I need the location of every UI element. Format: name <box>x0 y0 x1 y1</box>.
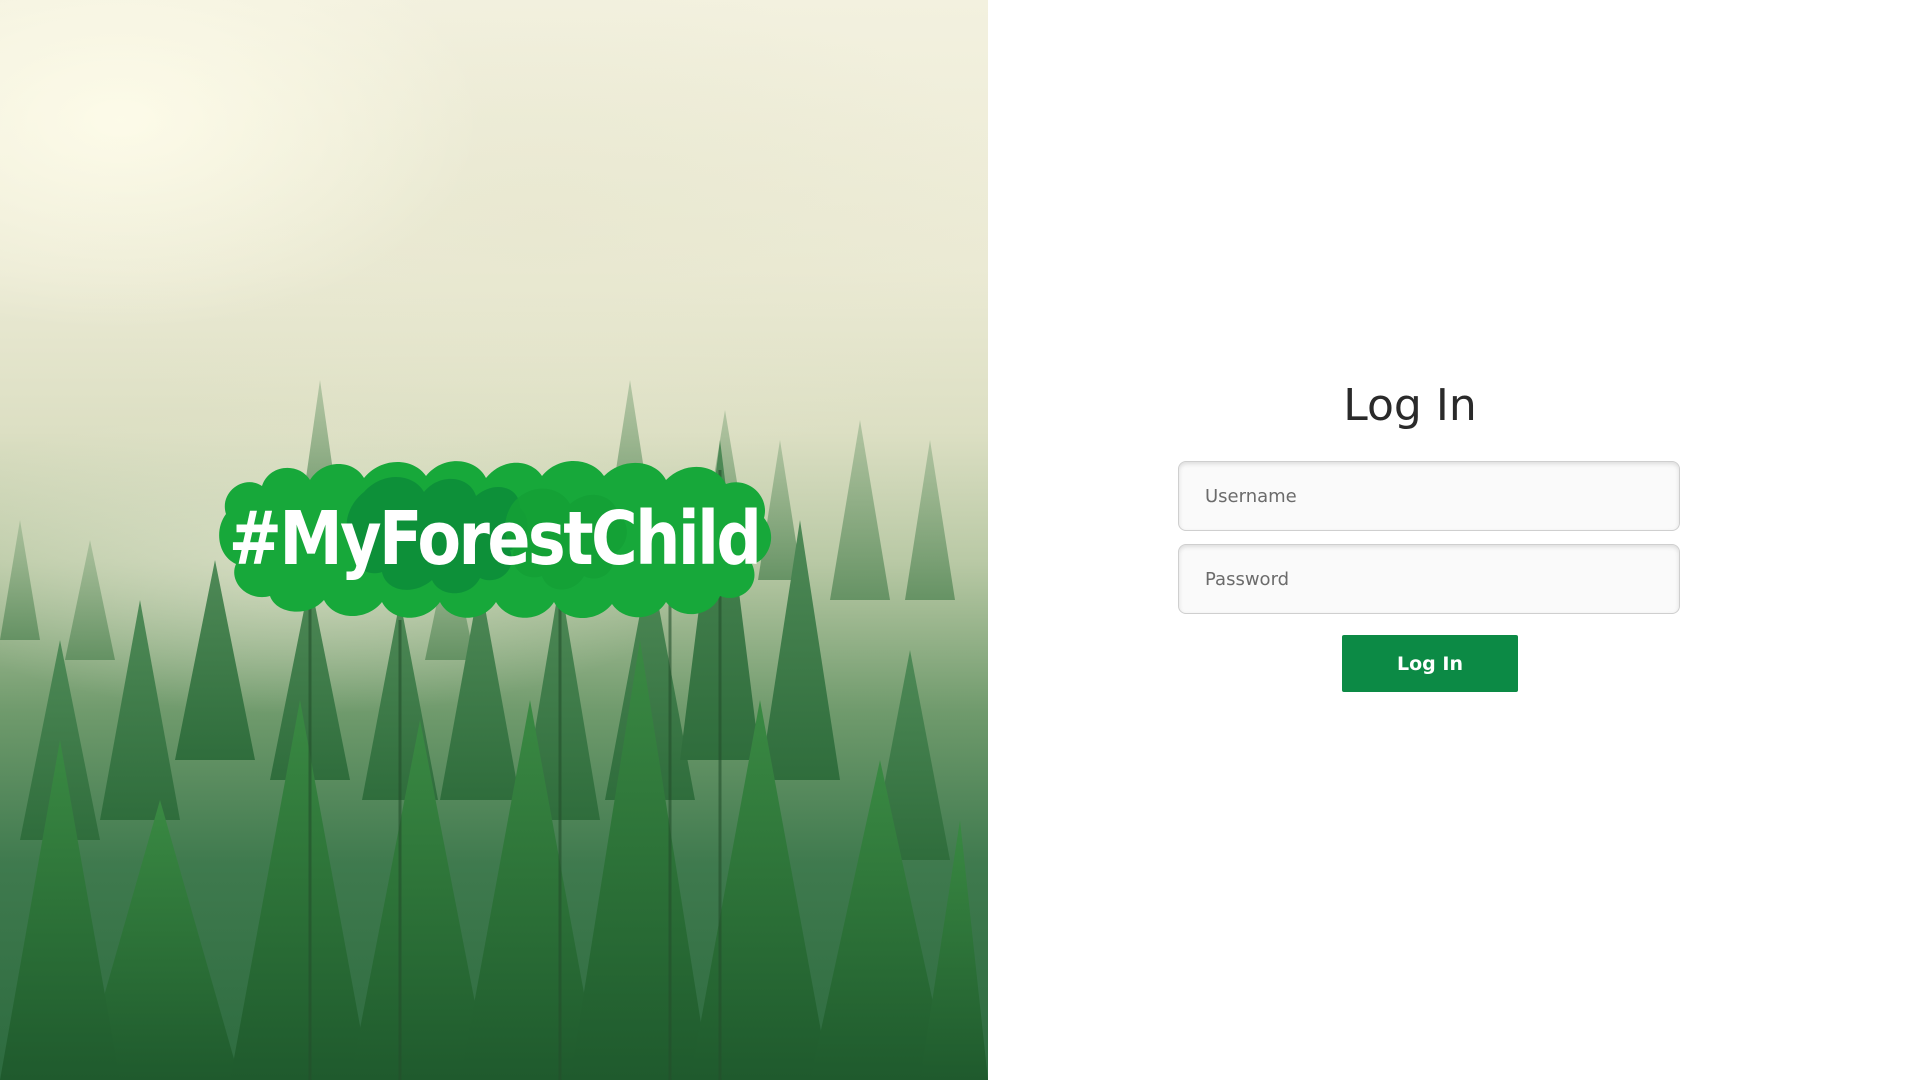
login-button[interactable]: Log In <box>1342 635 1518 692</box>
username-input[interactable] <box>1179 462 1679 530</box>
submit-row: Log In <box>1178 635 1682 692</box>
login-title: Log In <box>1343 380 1477 431</box>
username-field[interactable] <box>1178 461 1680 531</box>
brand-logo: #MyForestChild <box>214 452 774 626</box>
hero-forest-image: #MyForestChild <box>0 0 988 1080</box>
login-page: #MyForestChild Log In Log In <box>0 0 1920 1080</box>
login-form: Log In Log In <box>1178 380 1682 692</box>
password-input[interactable] <box>1179 545 1679 613</box>
brand-hashtag: #MyForestChild <box>228 496 762 582</box>
password-field[interactable] <box>1178 544 1680 614</box>
